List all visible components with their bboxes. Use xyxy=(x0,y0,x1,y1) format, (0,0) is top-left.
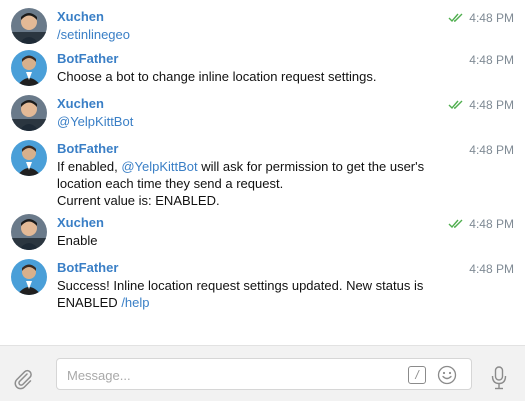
avatar-image xyxy=(11,8,47,44)
message-text: Success! Inline location request setting… xyxy=(57,277,465,311)
sender-name[interactable]: Xuchen xyxy=(57,95,425,113)
sender-name[interactable]: BotFather xyxy=(57,140,455,158)
message-input[interactable] xyxy=(67,365,397,385)
message-meta: 4:48 PM xyxy=(469,261,514,277)
message-meta: 4:48 PM xyxy=(448,10,514,26)
message-text-segment: will ask for permission to get the user'… xyxy=(197,159,425,174)
message-meta: 4:48 PM xyxy=(469,52,514,68)
message-time: 4:48 PM xyxy=(469,262,514,276)
avatar-image xyxy=(11,50,47,86)
message-text-segment: location each time they send a request. xyxy=(57,176,284,191)
double-check-icon xyxy=(448,100,463,110)
message-meta: 4:48 PM xyxy=(448,216,514,232)
message-text-segment: Current value is: ENABLED. xyxy=(57,193,220,208)
double-check-icon xyxy=(448,219,463,229)
message-history: Xuchen /setinlinegeo 4:48 PM BotFather C… xyxy=(0,0,525,345)
bot-command-link[interactable]: /setinlinegeo xyxy=(57,27,130,42)
message-time: 4:48 PM xyxy=(469,53,514,67)
sender-name[interactable]: BotFather xyxy=(57,259,465,277)
message-text: Enable xyxy=(57,233,98,248)
message-input-wrapper: / xyxy=(56,358,472,390)
avatar-xuchen[interactable] xyxy=(11,8,47,44)
message-meta: 4:48 PM xyxy=(469,142,514,158)
sender-name[interactable]: Xuchen xyxy=(57,214,425,232)
avatar-botfather[interactable] xyxy=(11,259,47,295)
avatar-xuchen[interactable] xyxy=(11,95,47,131)
message-time: 4:48 PM xyxy=(469,11,514,25)
message-text: /setinlinegeo xyxy=(57,26,425,43)
message-text-segment: ENABLED xyxy=(57,295,122,310)
message-text: Choose a bot to change inline location r… xyxy=(57,69,377,84)
sender-name[interactable]: BotFather xyxy=(57,50,425,68)
avatar-image xyxy=(11,259,47,295)
message-meta: 4:48 PM xyxy=(448,97,514,113)
message-text-segment: If enabled, xyxy=(57,159,122,174)
double-check-icon xyxy=(448,13,463,23)
avatar-image xyxy=(11,140,47,176)
message-time: 4:48 PM xyxy=(469,98,514,112)
mention-link[interactable]: @YelpKittBot xyxy=(121,159,197,174)
message-text: @YelpKittBot xyxy=(57,113,425,130)
sender-name[interactable]: Xuchen xyxy=(57,8,425,26)
compose-bar: / xyxy=(0,345,525,401)
emoji-icon[interactable] xyxy=(437,365,457,385)
avatar-image xyxy=(11,214,47,250)
avatar-xuchen[interactable] xyxy=(11,214,47,250)
avatar-botfather[interactable] xyxy=(11,50,47,86)
avatar-image xyxy=(11,95,47,131)
bot-command-link[interactable]: /help xyxy=(121,295,149,310)
message-time: 4:48 PM xyxy=(469,217,514,231)
message-time: 4:48 PM xyxy=(469,143,514,157)
message-text-segment: Success! Inline location request setting… xyxy=(57,278,424,293)
message-text: If enabled, @YelpKittBot will ask for pe… xyxy=(57,158,455,209)
mention-link[interactable]: @YelpKittBot xyxy=(57,114,133,129)
microphone-icon[interactable] xyxy=(491,366,507,390)
slash-command-icon[interactable]: / xyxy=(408,366,426,384)
paperclip-icon[interactable] xyxy=(12,368,34,390)
avatar-botfather[interactable] xyxy=(11,140,47,176)
